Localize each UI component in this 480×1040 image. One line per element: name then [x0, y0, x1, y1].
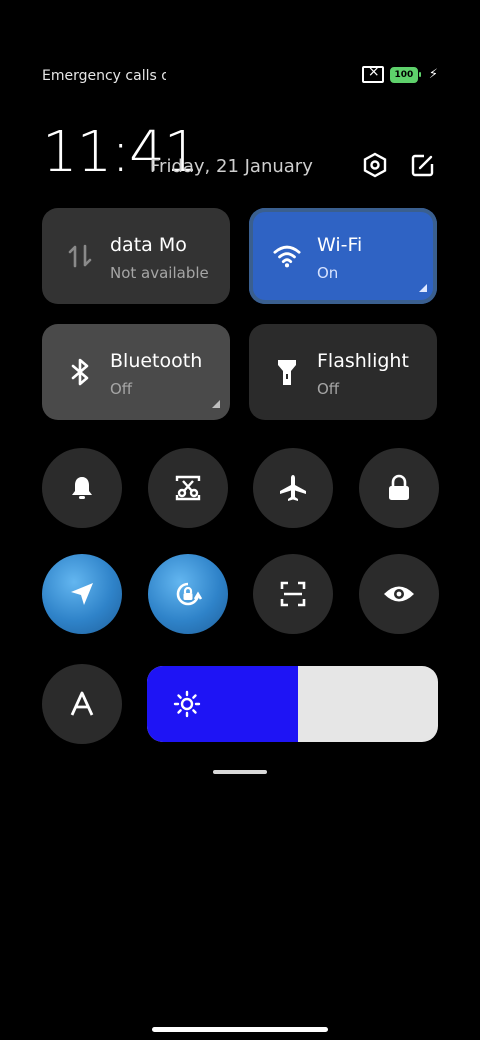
panel-drag-handle[interactable] — [213, 770, 267, 774]
flashlight-status: Off — [317, 380, 340, 398]
wifi-icon — [273, 242, 301, 270]
flashlight-tile[interactable]: Flashlight Off — [249, 324, 437, 420]
edit-icon[interactable] — [408, 150, 438, 180]
expand-corner-icon — [212, 400, 220, 408]
date: Friday, 21 January — [150, 156, 313, 177]
settings-icon[interactable] — [360, 150, 390, 180]
bluetooth-icon — [66, 358, 94, 386]
control-center-header: 11:41 Friday, 21 January — [0, 120, 480, 190]
airplane-mode-toggle[interactable] — [253, 448, 333, 528]
eye-icon — [384, 586, 414, 602]
mobile-data-arrows-icon — [66, 242, 94, 270]
rotation-lock-icon — [176, 582, 203, 606]
reading-mode-toggle[interactable] — [359, 554, 439, 634]
airplane-icon — [280, 475, 306, 501]
mobile-data-tile[interactable]: data Mo Not available — [42, 208, 230, 304]
status-icons: 100 ⚡ — [361, 64, 438, 83]
battery-level: 100 — [389, 66, 418, 83]
screenshot-scissor-icon — [175, 475, 201, 501]
sun-icon — [173, 690, 201, 718]
battery-icon: 100 — [389, 66, 421, 83]
mobile-data-status: Not available — [110, 264, 209, 282]
bluetooth-tile[interactable]: Bluetooth Off — [42, 324, 230, 420]
home-indicator[interactable] — [152, 1027, 328, 1032]
scanner-toggle[interactable] — [253, 554, 333, 634]
location-toggle[interactable] — [42, 554, 122, 634]
wifi-tile[interactable]: Wi‑Fi On — [249, 208, 437, 304]
mobile-data-title: data Mo — [110, 234, 187, 256]
brightness-slider-fill — [147, 666, 299, 742]
wifi-title: Wi‑Fi — [317, 234, 363, 256]
brightness-slider[interactable] — [147, 666, 438, 742]
bluetooth-title: Bluetooth — [110, 350, 203, 372]
auto-brightness-a-icon — [70, 691, 94, 716]
lock-icon — [389, 474, 409, 500]
no-sim-icon — [361, 64, 384, 83]
bluetooth-status: Off — [110, 380, 133, 398]
bell-icon — [72, 477, 92, 499]
scan-icon — [280, 581, 306, 607]
flashlight-icon — [273, 358, 301, 386]
auto-brightness-toggle[interactable] — [42, 664, 122, 744]
flashlight-title: Flashlight — [317, 350, 409, 372]
charging-icon: ⚡ — [428, 67, 438, 82]
wifi-status: On — [317, 264, 339, 282]
status-bar: Emergency calls o 100 ⚡ — [0, 62, 480, 90]
location-arrow-icon — [71, 583, 93, 605]
screenshot-toggle[interactable] — [148, 448, 228, 528]
expand-corner-icon — [419, 284, 427, 292]
rotation-lock-toggle[interactable] — [148, 554, 228, 634]
lock-screen-toggle[interactable] — [359, 448, 439, 528]
carrier-text: Emergency calls o — [42, 68, 166, 84]
silent-toggle[interactable] — [42, 448, 122, 528]
